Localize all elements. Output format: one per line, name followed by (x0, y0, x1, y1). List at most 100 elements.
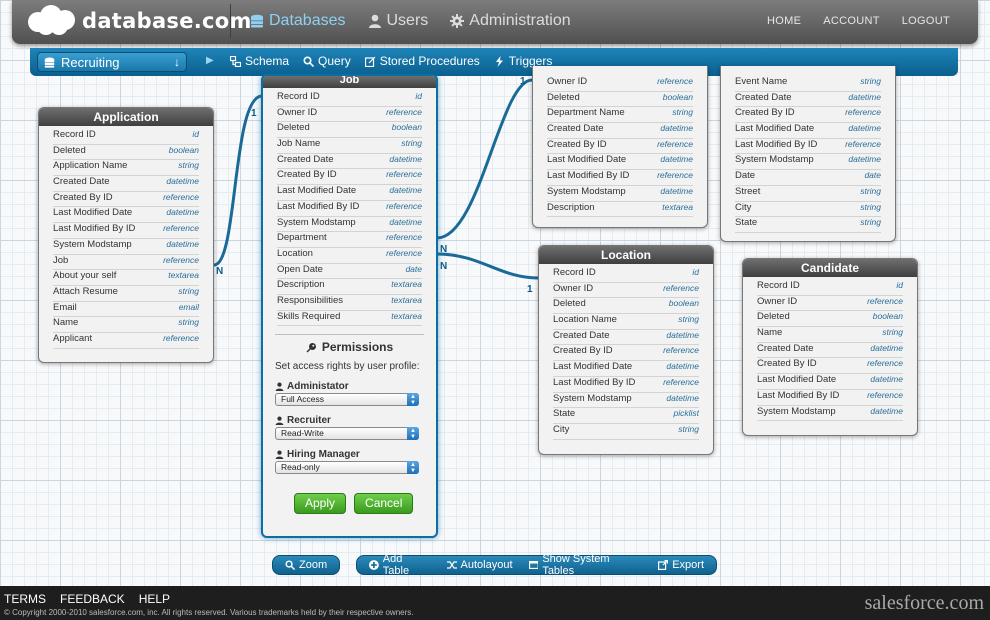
field-row[interactable]: Last Modified By ID reference (757, 390, 903, 406)
table-title[interactable]: Application (39, 108, 213, 126)
table-title[interactable]: Location (539, 246, 713, 264)
add-table-button[interactable]: Add Table (369, 553, 431, 577)
field-row[interactable]: Last Modified By ID reference (735, 139, 881, 155)
administrator-access-select[interactable]: Full Access ▲ ▼ (275, 393, 419, 407)
field-row[interactable]: System Modstamp datetime (553, 393, 699, 409)
field-row[interactable]: Created Date datetime (757, 343, 903, 359)
table-title[interactable]: Candidate (743, 259, 917, 277)
field-row[interactable]: Last Modified Date datetime (277, 185, 422, 201)
field-row[interactable]: Last Modified By ID reference (53, 223, 199, 239)
field-row[interactable]: Last Modified By ID reference (547, 170, 693, 186)
table-application[interactable]: Application Record ID id Deleted boolean App… (38, 107, 214, 363)
field-row[interactable]: Street string (735, 186, 881, 202)
zoom-control[interactable]: Zoom (272, 555, 340, 575)
field-row[interactable]: Department Name string (547, 107, 693, 124)
field-row[interactable]: Name string (757, 327, 903, 343)
field-row[interactable]: System Modstamp datetime (53, 239, 199, 255)
field-row[interactable]: Skills Required textarea (277, 311, 422, 327)
field-row[interactable]: Owner ID reference (277, 107, 422, 123)
hiring-manager-access-select[interactable]: Read-only ▲ ▼ (275, 461, 419, 475)
field-row[interactable]: Description textarea (277, 279, 422, 295)
field-row[interactable]: Attach Resume string (53, 286, 199, 302)
field-row[interactable]: Location Name string (553, 314, 699, 330)
help-link[interactable]: HELP (139, 592, 170, 606)
schema-tab[interactable]: Schema (230, 54, 289, 68)
field-row[interactable]: Record ID id (757, 280, 903, 296)
logo-text[interactable]: database.com (82, 9, 252, 33)
field-row[interactable]: Description textarea (547, 202, 693, 218)
field-row[interactable]: City string (735, 202, 881, 218)
field-row[interactable]: Last Modified By ID reference (277, 201, 422, 217)
nav-administration[interactable]: Administration (450, 12, 571, 30)
table-job[interactable]: Job Record ID id Owner ID reference Deleted b… (261, 74, 438, 538)
account-link[interactable]: ACCOUNT (823, 15, 880, 27)
table-event[interactable]: Event Name string Created Date datetime Crea… (720, 66, 896, 242)
field-row[interactable]: Last Modified Date datetime (735, 123, 881, 139)
table-title[interactable]: Job (263, 76, 436, 88)
field-row[interactable]: City string (553, 424, 699, 440)
field-row[interactable]: System Modstamp datetime (735, 154, 881, 171)
field-row[interactable]: Created Date datetime (553, 330, 699, 346)
field-row[interactable]: Created Date datetime (277, 154, 422, 170)
field-row[interactable]: Open Date date (277, 264, 422, 280)
field-row[interactable]: Department reference (277, 232, 422, 248)
field-row[interactable]: Owner ID reference (547, 76, 693, 92)
apply-button[interactable]: Apply (294, 493, 347, 515)
field-row[interactable]: Created Date datetime (53, 176, 199, 192)
field-row[interactable]: Owner ID reference (757, 296, 903, 312)
field-row[interactable]: Last Modified Date datetime (553, 361, 699, 377)
field-row[interactable]: Created By ID reference (547, 139, 693, 155)
table-location[interactable]: Location Record ID id Owner ID reference Del… (538, 245, 714, 455)
field-row[interactable]: Job Name string (277, 138, 422, 154)
field-row[interactable]: Created By ID reference (757, 358, 903, 375)
field-row[interactable]: System Modstamp datetime (757, 406, 903, 422)
cloud-logo-icon[interactable] (24, 4, 80, 36)
field-row[interactable]: Created By ID reference (553, 345, 699, 362)
field-row[interactable]: System Modstamp datetime (547, 186, 693, 202)
field-row[interactable]: Record ID id (553, 267, 699, 283)
export-button[interactable]: Export (658, 559, 704, 571)
field-row[interactable]: Owner ID reference (553, 283, 699, 299)
field-row[interactable]: Name string (53, 317, 199, 333)
table-department[interactable]: Owner ID reference Deleted boolean Departmen… (532, 66, 708, 228)
field-row[interactable]: Job reference (53, 255, 199, 271)
autolayout-button[interactable]: Autolayout (446, 559, 513, 571)
field-row[interactable]: System Modstamp datetime (277, 217, 422, 233)
show-system-tables-button[interactable]: Show System Tables (528, 553, 643, 577)
field-row[interactable]: Last Modified By ID reference (553, 377, 699, 393)
field-row[interactable]: Deleted boolean (277, 122, 422, 139)
field-row[interactable]: Date date (735, 170, 881, 186)
field-row[interactable]: Deleted boolean (757, 311, 903, 328)
field-row[interactable]: Created By ID reference (735, 107, 881, 124)
logout-link[interactable]: LOGOUT (902, 15, 950, 27)
database-select[interactable]: Recruiting ↓ (37, 52, 187, 72)
cancel-button[interactable]: Cancel (354, 493, 414, 515)
stored-procedures-tab[interactable]: Stored Procedures (364, 54, 480, 68)
nav-users[interactable]: Users (368, 12, 428, 30)
field-row[interactable]: Event Name string (735, 76, 881, 92)
field-row[interactable]: Last Modified Date datetime (547, 154, 693, 171)
field-row[interactable]: Record ID id (277, 91, 422, 107)
field-row[interactable]: State picklist (553, 408, 699, 424)
table-candidate[interactable]: Candidate Record ID id Owner ID reference De… (742, 258, 918, 436)
field-row[interactable]: Applicant reference (53, 333, 199, 349)
field-row[interactable]: Deleted boolean (53, 145, 199, 161)
field-row[interactable]: Created By ID reference (53, 192, 199, 208)
field-row[interactable]: Email email (53, 302, 199, 318)
field-row[interactable]: Responsibilities textarea (277, 295, 422, 311)
field-row[interactable]: Deleted boolean (553, 298, 699, 315)
zoom-button[interactable]: Zoom (285, 559, 327, 571)
field-row[interactable]: Application Name string (53, 160, 199, 177)
field-row[interactable]: Created Date datetime (735, 92, 881, 108)
recruiter-access-select[interactable]: Read-Write ▲ ▼ (275, 427, 419, 441)
feedback-link[interactable]: FEEDBACK (60, 592, 125, 606)
home-link[interactable]: HOME (767, 15, 801, 27)
field-row[interactable]: Location reference (277, 248, 422, 264)
field-row[interactable]: Last Modified Date datetime (53, 207, 199, 224)
field-row[interactable]: State string (735, 217, 881, 233)
salesforce-logo[interactable]: salesforce.com (865, 592, 984, 615)
field-row[interactable]: Last Modified Date datetime (757, 374, 903, 390)
nav-databases[interactable]: Databases (250, 12, 346, 30)
terms-link[interactable]: TERMS (4, 592, 46, 606)
field-row[interactable]: Created Date datetime (547, 123, 693, 139)
